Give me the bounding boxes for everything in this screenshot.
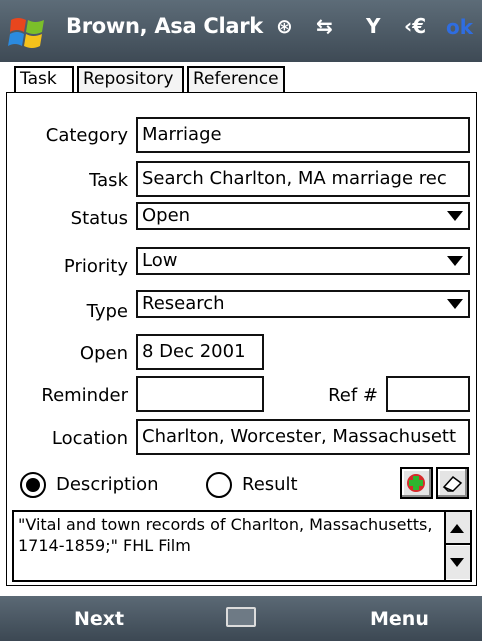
result-radio[interactable] xyxy=(206,472,232,498)
status-value: Open xyxy=(142,205,191,226)
priority-label: Priority xyxy=(63,256,128,277)
location-label: Location xyxy=(51,428,128,449)
description-radio-label[interactable]: Description xyxy=(56,474,159,495)
arrow-up-icon xyxy=(450,524,464,533)
chevron-down-icon xyxy=(447,256,463,266)
open-label: Open xyxy=(79,343,128,364)
add-green-icon xyxy=(407,474,425,492)
scrollbar[interactable] xyxy=(444,512,470,580)
scroll-up-button[interactable] xyxy=(446,512,470,545)
volume-icon[interactable]: ‹€ xyxy=(404,14,426,38)
description-radio[interactable] xyxy=(20,472,46,498)
description-textarea[interactable]: "Vital and town records of Charlton, Mas… xyxy=(12,510,472,582)
ref-label: Ref # xyxy=(328,385,378,406)
add-button[interactable] xyxy=(400,467,433,499)
scroll-down-button[interactable] xyxy=(446,546,470,579)
category-field[interactable]: Marriage xyxy=(136,117,470,153)
result-radio-label[interactable]: Result xyxy=(242,474,298,495)
eraser-icon xyxy=(442,475,463,492)
status-dropdown[interactable]: Open xyxy=(136,202,470,230)
task-label: Task xyxy=(89,170,128,191)
tab-reference[interactable]: Reference xyxy=(187,66,285,92)
arrow-down-icon xyxy=(450,558,464,567)
window-title: Brown, Asa Clark xyxy=(66,14,263,38)
type-dropdown[interactable]: Research xyxy=(136,290,470,318)
menu-softkey[interactable]: Menu xyxy=(370,608,429,630)
status-label: Status xyxy=(70,208,128,229)
next-softkey[interactable]: Next xyxy=(74,608,124,630)
tab-task[interactable]: Task xyxy=(14,66,74,93)
keyboard-icon[interactable] xyxy=(226,607,256,627)
priority-value: Low xyxy=(142,250,178,271)
windows-start-icon[interactable] xyxy=(8,12,50,52)
reminder-label: Reminder xyxy=(41,385,128,406)
chevron-down-icon xyxy=(447,211,463,221)
location-field[interactable]: Charlton, Worcester, Massachusett xyxy=(136,419,470,455)
description-text: "Vital and town records of Charlton, Mas… xyxy=(18,515,433,555)
clear-button[interactable] xyxy=(436,467,469,499)
ref-field[interactable] xyxy=(386,376,470,412)
title-bar: Brown, Asa Clark ⊛ ⇆ Y ‹€ ok xyxy=(0,0,482,62)
bluetooth-icon[interactable]: ⊛ xyxy=(276,14,293,38)
tab-repository[interactable]: Repository xyxy=(77,66,184,92)
signal-icon[interactable]: Y xyxy=(366,14,380,38)
reminder-field[interactable] xyxy=(136,376,264,412)
category-label: Category xyxy=(45,125,128,146)
open-date-field[interactable]: 8 Dec 2001 xyxy=(136,334,264,370)
task-field[interactable]: Search Charlton, MA marriage rec xyxy=(136,161,470,197)
sync-arrows-icon[interactable]: ⇆ xyxy=(316,14,333,38)
radio-selected-dot xyxy=(26,478,40,492)
type-value: Research xyxy=(142,293,225,314)
softkey-bar: Next Menu xyxy=(0,596,482,641)
chevron-down-icon xyxy=(447,299,463,309)
type-label: Type xyxy=(86,301,128,322)
priority-dropdown[interactable]: Low xyxy=(136,247,470,275)
ok-button[interactable]: ok xyxy=(446,15,473,39)
